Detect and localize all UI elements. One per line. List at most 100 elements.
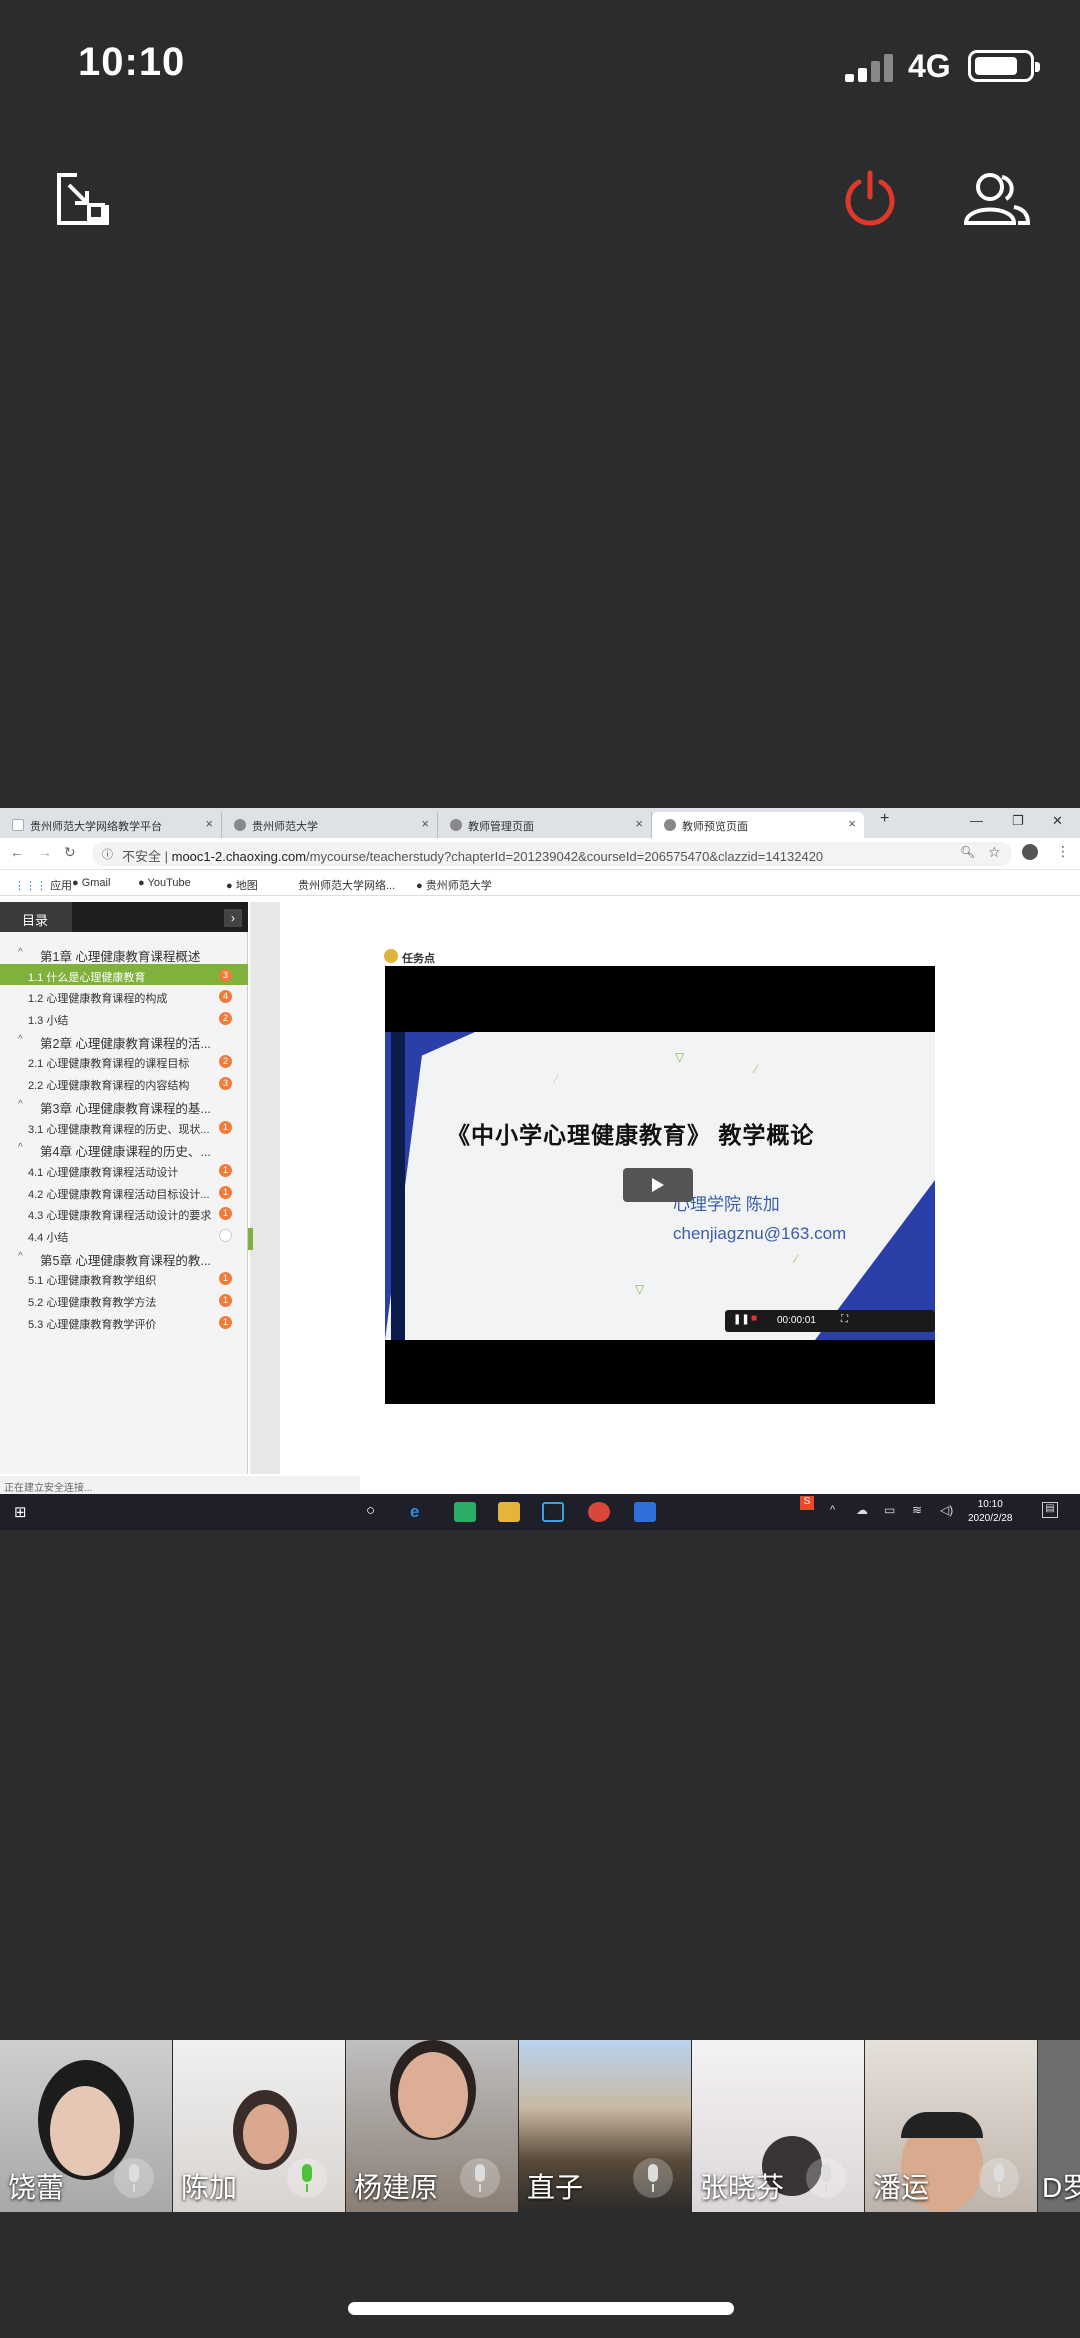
toc-chapter[interactable]: 第4章 心理健康课程的历史、... xyxy=(0,1137,248,1159)
zoom-icon[interactable]: 🔍︎ xyxy=(960,845,975,859)
bookmark-maps[interactable]: ● 地图 xyxy=(226,877,258,893)
folder-icon[interactable] xyxy=(498,1502,520,1522)
back-icon[interactable]: ← xyxy=(10,844,24,860)
new-tab-button[interactable]: + xyxy=(880,810,889,828)
toc-label: 第1章 心理健康教育课程概述 xyxy=(40,950,201,964)
participants-icon[interactable] xyxy=(962,164,1032,234)
home-indicator[interactable] xyxy=(348,2302,734,2315)
participant-name: 杨建原 xyxy=(354,2172,439,2203)
bookmark-gmail[interactable]: ● Gmail xyxy=(72,877,110,889)
toc-list: 第1章 心理健康教育课程概述 1.1 什么是心理健康教育 3 1.2 心理健康教育课程… xyxy=(0,942,248,1332)
sidebar-resize-handle[interactable] xyxy=(248,1228,253,1250)
record-icon: ■ xyxy=(751,1313,758,1324)
pause-icon[interactable]: ❚❚ xyxy=(733,1314,750,1325)
window-minimize-icon[interactable]: — xyxy=(970,813,983,828)
task-point-label: 任务点 xyxy=(384,949,435,966)
participant-tile[interactable]: D罗 xyxy=(1038,2040,1080,2212)
toc-section[interactable]: 3.1 心理健康教育课程的历史、现状... 1 xyxy=(0,1116,248,1138)
participant-tile[interactable]: 潘运 xyxy=(865,2040,1037,2212)
task-count-badge: 3 xyxy=(219,968,232,982)
apps-icon[interactable]: ⋮⋮⋮ 应用 xyxy=(14,877,72,893)
browser-tab[interactable]: 贵州师范大学网络教学平台 × xyxy=(0,812,222,838)
fullscreen-icon[interactable]: ⛶ xyxy=(841,1314,848,1325)
meeting-screen: 10:10 4G 贵州师范大学网络教学平台 × 贵州师范大学 × 教师管理页面 × 教… xyxy=(0,0,1080,2338)
participant-name: D罗 xyxy=(1042,2172,1080,2203)
toc-section[interactable]: 2.2 心理健康教育课程的内容结构 3 xyxy=(0,1072,248,1094)
url-input[interactable]: ⓘ 不安全 | mooc1-2.chaoxing.com/mycourse/te… xyxy=(92,842,1012,866)
toc-section[interactable]: 4.1 心理健康教育课程活动设计 1 xyxy=(0,1159,248,1181)
toc-label: 3.1 心理健康教育课程的历史、现状... xyxy=(28,1123,210,1136)
forward-icon[interactable]: → xyxy=(38,844,52,860)
toc-section[interactable]: 4.3 心理健康教育课程活动设计的要求 1 xyxy=(0,1202,248,1224)
star-icon[interactable]: ☆ xyxy=(988,844,1001,861)
bookmark-gznu[interactable]: ● 贵州师范大学 xyxy=(416,877,492,893)
participant-strip: 饶蕾 陈加 杨建原 直子 张晓芬 潘运 D罗 xyxy=(0,2040,1080,2212)
bookmark-gznu-platform[interactable]: 贵州师范大学网络... xyxy=(298,877,395,893)
meeting-app-icon[interactable] xyxy=(634,1502,656,1522)
toc-section[interactable]: 4.2 心理健康教育课程活动目标设计... 1 xyxy=(0,1181,248,1203)
browser-tabstrip: 贵州师范大学网络教学平台 × 贵州师范大学 × 教师管理页面 × 教师预览页面 × + … xyxy=(0,808,1080,838)
toc-chapter[interactable]: 第5章 心理健康教育课程的教... xyxy=(0,1246,248,1268)
toc-chapter[interactable]: 第1章 心理健康教育课程概述 xyxy=(0,942,248,964)
chrome-icon[interactable] xyxy=(588,1502,610,1522)
end-meeting-button[interactable] xyxy=(835,164,905,234)
toc-section[interactable]: 2.1 心理健康教育课程的课程目标 2 xyxy=(0,1050,248,1072)
browser-tab[interactable]: 教师管理页面 × xyxy=(438,812,652,838)
toc-chapter[interactable]: 第2章 心理健康教育课程的活... xyxy=(0,1029,248,1051)
toc-label: 1.2 心理健康教育课程的构成 xyxy=(28,993,168,1006)
notification-icon[interactable]: ▤ xyxy=(1042,1502,1058,1518)
bookmarks-bar: ⋮⋮⋮ 应用 ● Gmail ● YouTube ● 地图 贵州师范大学网络..… xyxy=(0,870,1080,896)
toc-label: 5.1 心理健康教育教学组织 xyxy=(28,1275,157,1288)
battery-tray-icon[interactable]: ▭ xyxy=(884,1503,895,1517)
edge-icon[interactable]: e xyxy=(410,1502,432,1522)
wechat-icon[interactable] xyxy=(454,1502,476,1522)
participant-tile[interactable]: 张晓芬 xyxy=(692,2040,864,2212)
search-circle-icon[interactable]: ○ xyxy=(366,1502,375,1519)
search-app-icon[interactable] xyxy=(542,1502,564,1522)
participant-tile[interactable]: 饶蕾 xyxy=(0,2040,172,2212)
wifi-icon[interactable]: ≋ xyxy=(912,1503,922,1517)
tray-app-icon[interactable]: S xyxy=(800,1496,814,1510)
minimize-icon[interactable] xyxy=(48,164,118,234)
toc-section[interactable]: 4.4 小结 xyxy=(0,1224,248,1246)
video-control-bar[interactable]: ❚❚ ■ 00:00:01 ⛶ xyxy=(725,1310,935,1332)
toc-section[interactable]: 1.2 心理健康教育课程的构成 4 xyxy=(0,985,248,1007)
toc-section[interactable]: 5.3 心理健康教育教学评价 1 xyxy=(0,1311,248,1333)
network-label: 4G xyxy=(908,48,951,84)
windows-taskbar: ⊞ ○ e S ^ ☁ ▭ ≋ ◁) 10:10 2020/2/28 ▤ xyxy=(0,1494,1080,1530)
video-player[interactable]: ▽ ▽ ∕ ∕ ∕ 《中小学心理健康教育》 教学概论 心理学院 陈加 chenj… xyxy=(385,966,935,1404)
toc-section[interactable]: 1.1 什么是心理健康教育 3 xyxy=(0,963,248,986)
reload-icon[interactable]: ↻ xyxy=(64,844,76,861)
toc-section[interactable]: 5.2 心理健康教育教学方法 1 xyxy=(0,1289,248,1311)
address-bar: ← → ↻ ⓘ 不安全 | mooc1-2.chaoxing.com/mycou… xyxy=(0,838,1080,870)
cloud-icon[interactable]: ☁ xyxy=(856,1503,868,1517)
course-sidebar: 目录 › 第1章 心理健康教育课程概述 1.1 什么是心理健康教育 3 1.2 心理健… xyxy=(0,902,248,1474)
volume-icon[interactable]: ◁) xyxy=(940,1503,953,1517)
bookmark-youtube[interactable]: ● YouTube xyxy=(138,877,191,889)
mic-icon xyxy=(460,2158,500,2198)
browser-tab-active[interactable]: 教师预览页面 × xyxy=(652,812,864,838)
toc-section[interactable]: 5.1 心理健康教育教学组织 1 xyxy=(0,1267,248,1289)
mic-icon xyxy=(806,2158,846,2198)
mic-icon xyxy=(633,2158,673,2198)
browser-tab[interactable]: 贵州师范大学 × xyxy=(222,812,438,838)
toc-section[interactable]: 1.3 小结 2 xyxy=(0,1007,248,1029)
participant-tile[interactable]: 杨建原 xyxy=(346,2040,518,2212)
collapse-arrow-icon[interactable]: › xyxy=(224,909,242,927)
participant-tile[interactable]: 直子 xyxy=(519,2040,691,2212)
toc-label: 2.2 心理健康教育课程的内容结构 xyxy=(28,1080,190,1093)
play-button[interactable] xyxy=(623,1168,693,1202)
menu-icon[interactable]: ⋮ xyxy=(1056,843,1070,860)
account-icon[interactable] xyxy=(1022,844,1038,860)
window-restore-icon[interactable]: ❐ xyxy=(1012,813,1024,829)
windows-start-icon[interactable]: ⊞ xyxy=(14,1503,27,1521)
sidebar-gutter xyxy=(250,902,280,1474)
tray-chevron-icon[interactable]: ^ xyxy=(830,1504,835,1516)
task-count-badge: 1 xyxy=(219,1294,232,1307)
window-close-icon[interactable]: ✕ xyxy=(1052,813,1063,829)
participant-tile[interactable]: 陈加 xyxy=(173,2040,345,2212)
toc-label: 第2章 心理健康教育课程的活... xyxy=(40,1036,211,1051)
toc-label: 4.2 心理健康教育课程活动目标设计... xyxy=(28,1188,210,1201)
toc-chapter[interactable]: 第3章 心理健康教育课程的基... xyxy=(0,1094,248,1116)
participant-name: 直子 xyxy=(527,2172,584,2203)
